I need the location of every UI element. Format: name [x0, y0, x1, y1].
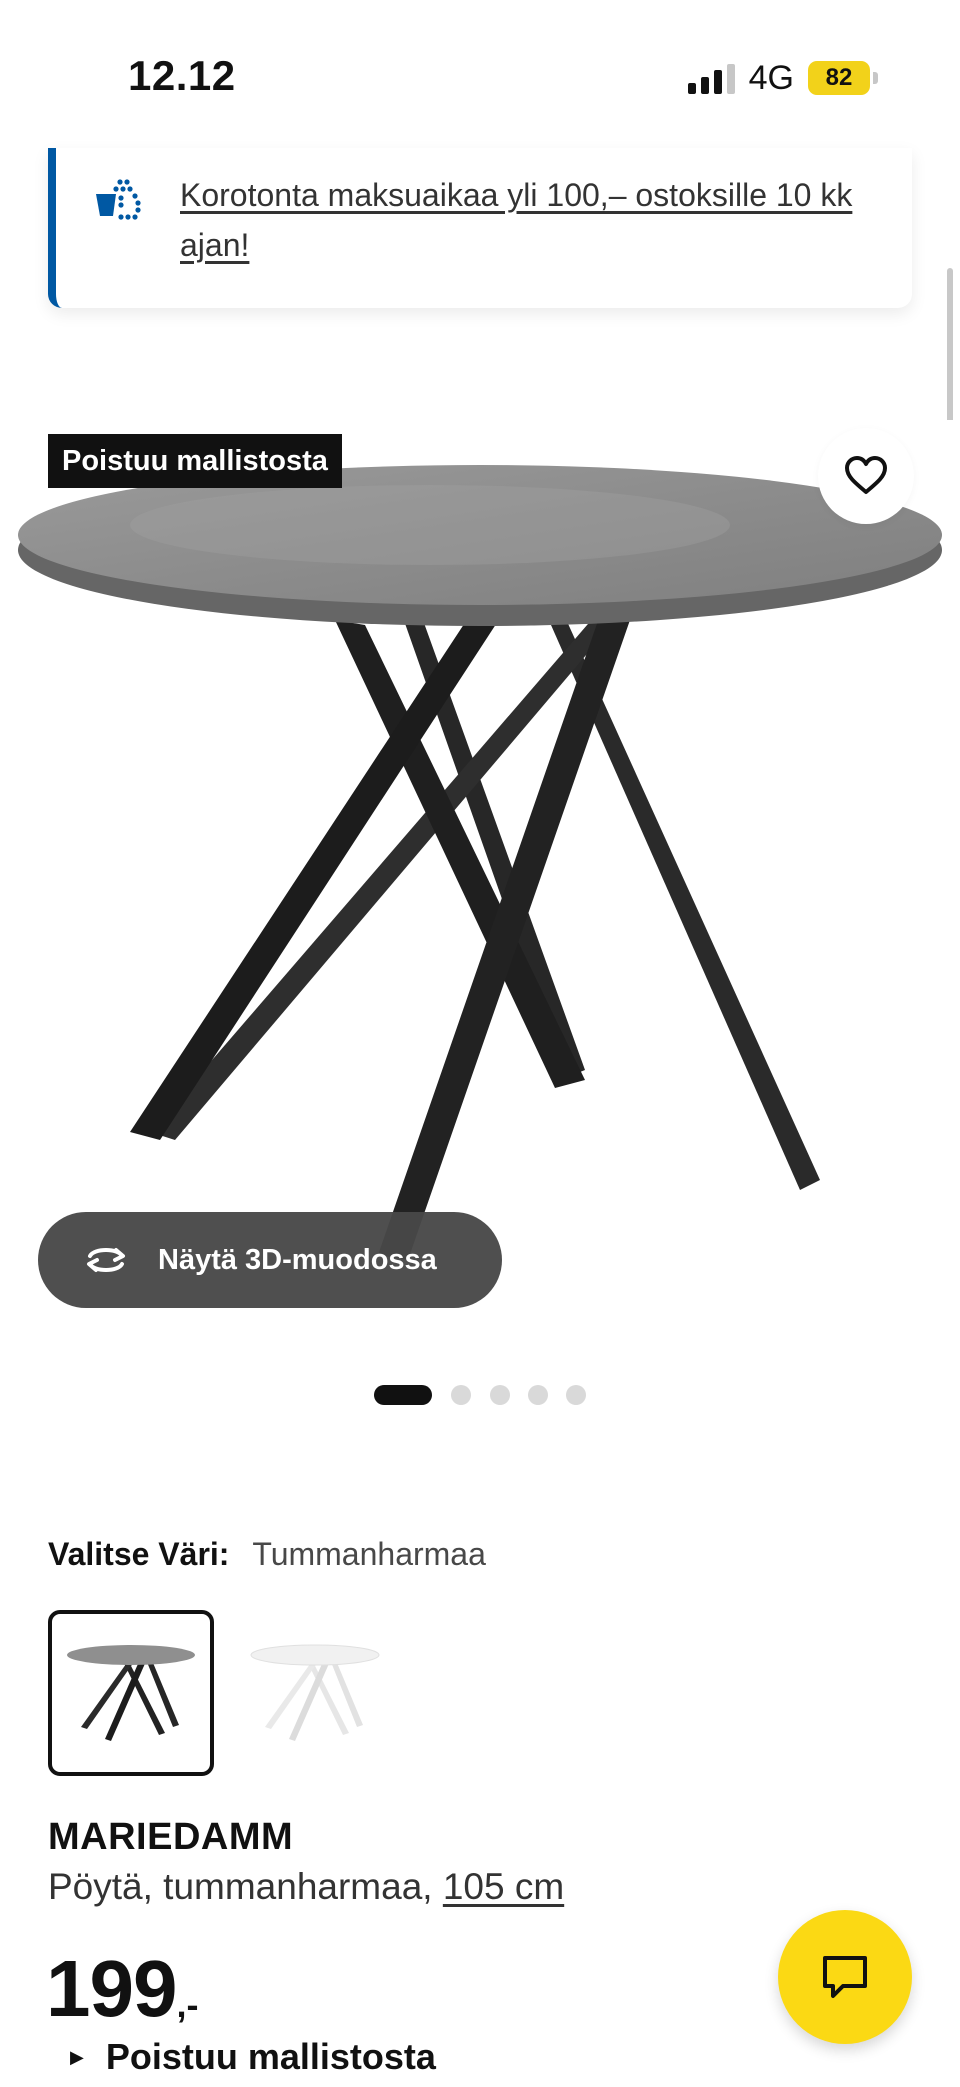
payment-promo-link[interactable]: Korotonta maksuaikaa yli 100,– ostoksill… — [180, 170, 880, 270]
image-pager[interactable] — [0, 1383, 960, 1407]
color-label: Valitse Väri: — [48, 1536, 230, 1572]
network-type: 4G — [748, 58, 794, 97]
payment-installment-icon — [96, 179, 141, 220]
status-indicators: 4G 82 — [687, 56, 878, 100]
table-image — [18, 465, 942, 1260]
color-selector-header: Valitse Väri: Tummanharmaa — [48, 1536, 486, 1573]
price-value: 199 — [46, 1944, 177, 2033]
chat-button[interactable] — [778, 1910, 912, 2044]
favorite-button[interactable] — [818, 428, 914, 524]
pager-dot-active[interactable] — [374, 1385, 432, 1405]
heart-icon — [845, 456, 887, 494]
availability-toggle[interactable]: ▶ Poistuu mallistosta — [70, 2036, 436, 2078]
selected-color: Tummanharmaa — [252, 1536, 486, 1572]
price-suffix: ,- — [176, 1984, 199, 2025]
caret-right-icon: ▶ — [70, 2046, 84, 2067]
availability-label: Poistuu mallistosta — [105, 2036, 436, 2077]
battery-icon: 82 — [808, 61, 878, 95]
signal-strength-icon — [687, 62, 735, 94]
color-swatch-white[interactable] — [232, 1610, 398, 1776]
scrollbar[interactable] — [947, 268, 953, 424]
pager-dot[interactable] — [528, 1385, 548, 1405]
view-3d-button[interactable]: Näytä 3D-muodossa — [38, 1212, 502, 1308]
rotate-3d-icon — [87, 1248, 125, 1272]
product-size-link[interactable]: 105 cm — [443, 1866, 564, 1907]
product-page: 12.12 4G 82 Korotonta maksuaikaa yli 100 — [0, 0, 960, 2087]
chat-icon — [823, 1956, 867, 1998]
status-bar: 12.12 4G 82 — [0, 0, 960, 150]
product-image[interactable] — [0, 420, 960, 1320]
view-3d-label: Näytä 3D-muodossa — [158, 1243, 437, 1276]
color-swatch-dark-grey[interactable] — [48, 1610, 214, 1776]
pager-dot[interactable] — [566, 1385, 586, 1405]
status-time: 12.12 — [128, 52, 236, 99]
discontinued-badge: Poistuu mallistosta — [48, 434, 342, 488]
payment-promo-banner[interactable]: Korotonta maksuaikaa yli 100,– ostoksill… — [48, 148, 912, 308]
product-description: Pöytä, tummanharmaa, 105 cm — [48, 1866, 564, 1908]
product-name: MARIEDAMM — [48, 1816, 294, 1858]
product-type: Pöytä, tummanharmaa, — [48, 1866, 443, 1907]
product-price: 199 ,- — [46, 1944, 198, 2034]
battery-level: 82 — [808, 61, 870, 95]
pager-dot[interactable] — [451, 1385, 471, 1405]
pager-dot[interactable] — [490, 1385, 510, 1405]
